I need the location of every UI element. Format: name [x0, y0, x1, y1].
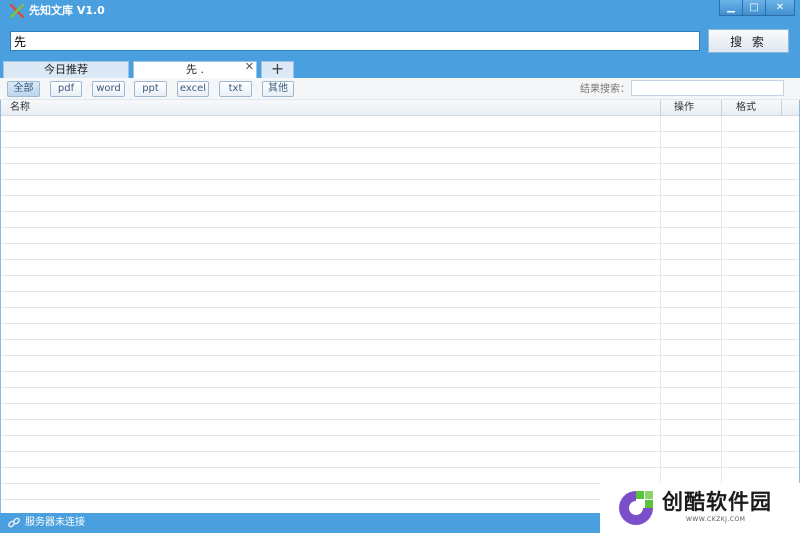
- filter-txt-button[interactable]: txt: [219, 81, 252, 97]
- watermark-url: WWW.CKZKJ.COM: [686, 516, 746, 523]
- watermark: 创酷软件园 WWW.CKZKJ.COM: [600, 483, 800, 533]
- app-logo-icon: [10, 4, 24, 18]
- close-button[interactable]: ✕: [765, 0, 795, 16]
- column-header-action[interactable]: 操作: [674, 100, 694, 116]
- tab-label: 先 .: [186, 63, 204, 76]
- status-text: 服务器未连接: [25, 517, 85, 528]
- column-header-format[interactable]: 格式: [736, 100, 756, 116]
- column-divider[interactable]: [660, 100, 661, 116]
- link-icon: [8, 517, 20, 528]
- filter-excel-button[interactable]: excel: [177, 81, 209, 97]
- results-table[interactable]: 名称 操作 格式: [0, 100, 800, 513]
- tab-close-icon[interactable]: ✕: [245, 61, 254, 73]
- watermark-title: 创酷软件园: [662, 490, 772, 514]
- result-search-label: 结果搜索：: [580, 84, 630, 95]
- filter-pdf-button[interactable]: pdf: [50, 81, 82, 97]
- add-tab-button[interactable]: +: [261, 61, 294, 78]
- minimize-button[interactable]: ▁: [719, 0, 743, 16]
- tab-daily-recommend[interactable]: 今日推荐: [3, 61, 129, 78]
- filter-word-button[interactable]: word: [92, 81, 125, 97]
- column-header-name[interactable]: 名称: [10, 100, 30, 116]
- filter-all-button[interactable]: 全部: [7, 81, 40, 97]
- filter-other-button[interactable]: 其他: [262, 81, 294, 97]
- column-divider[interactable]: [721, 100, 722, 116]
- window-controls: ▁ □ ✕: [719, 0, 795, 16]
- app-title: 先知文库 V1.0: [29, 4, 105, 17]
- tab-search-results[interactable]: 先 . ✕: [133, 61, 257, 78]
- maximize-button[interactable]: □: [742, 0, 766, 16]
- tab-bar: 今日推荐 先 . ✕ +: [0, 60, 800, 78]
- column-divider[interactable]: [781, 100, 782, 116]
- search-button[interactable]: 搜 索: [708, 29, 789, 53]
- search-bar: 搜 索: [0, 22, 800, 60]
- result-search-input[interactable]: [631, 80, 784, 96]
- watermark-logo-icon: [619, 491, 653, 525]
- title-bar[interactable]: 先知文库 V1.0 ▁ □ ✕: [0, 0, 800, 22]
- filter-bar: 全部 pdf word ppt excel txt 其他 结果搜索：: [0, 78, 800, 100]
- search-input[interactable]: [10, 31, 700, 51]
- table-header: 名称 操作 格式: [1, 100, 799, 116]
- filter-ppt-button[interactable]: ppt: [134, 81, 167, 97]
